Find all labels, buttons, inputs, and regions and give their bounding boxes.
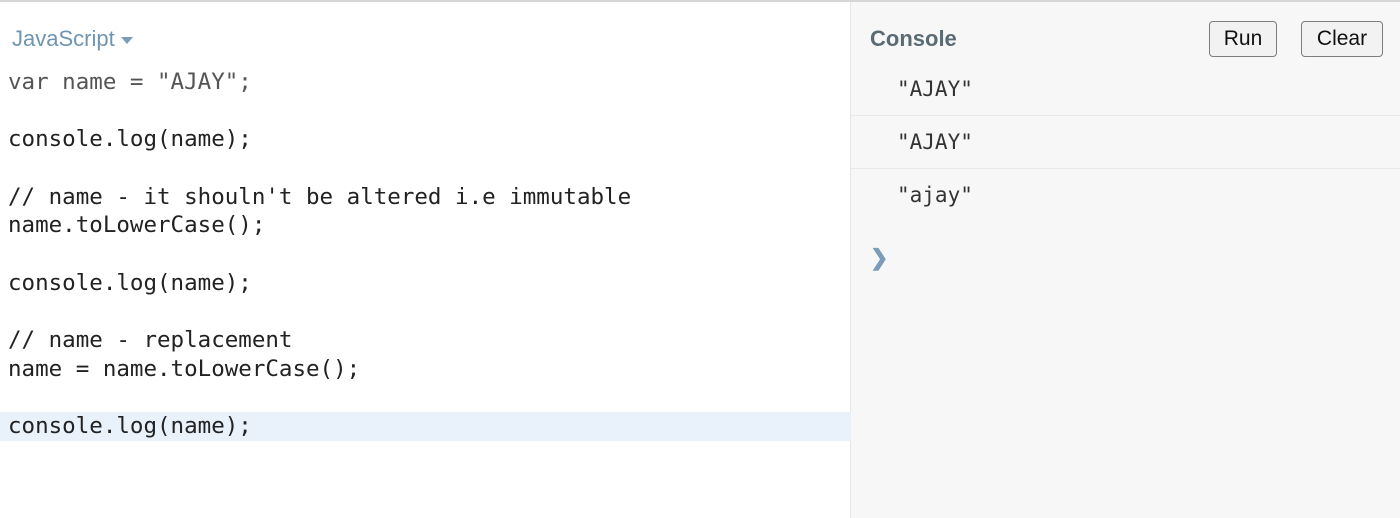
code-line-3[interactable]: console.log(name); (0, 125, 851, 154)
chevron-down-icon (120, 37, 133, 44)
code-line-13[interactable]: console.log(name); (0, 412, 851, 441)
console-panel: Console Run Clear "AJAY" "AJAY" "ajay" ❯ (851, 2, 1400, 518)
clear-button[interactable]: Clear (1301, 21, 1383, 57)
code-line-8[interactable]: console.log(name); (0, 269, 851, 298)
code-line-7[interactable] (0, 240, 851, 269)
code-line-4[interactable] (0, 154, 851, 183)
console-log-entry: "ajay" (897, 183, 973, 207)
code-line-12[interactable] (0, 384, 851, 413)
console-output: "AJAY" "AJAY" "ajay" (851, 63, 1400, 222)
console-prompt-icon[interactable]: ❯ (870, 245, 888, 271)
console-log-entry: "AJAY" (851, 116, 1400, 169)
code-line-10[interactable]: // name - replacement (0, 326, 851, 355)
run-button[interactable]: Run (1209, 21, 1277, 57)
code-line-9[interactable] (0, 298, 851, 327)
code-line-6[interactable]: name.toLowerCase(); (0, 211, 851, 240)
js-playground: JavaScript var name = "AJAY"; console.lo… (0, 0, 1400, 518)
language-selector[interactable]: JavaScript (12, 24, 133, 54)
code-line-2[interactable] (0, 97, 851, 126)
code-line-11[interactable]: name = name.toLowerCase(); (0, 355, 851, 384)
console-log-entry: "AJAY" (851, 63, 1400, 116)
console-title: Console (870, 26, 957, 51)
code-line-1[interactable]: var name = "AJAY"; (0, 68, 851, 97)
code-editor[interactable]: JavaScript var name = "AJAY"; console.lo… (0, 2, 851, 518)
code-line-5[interactable]: // name - it shouln't be altered i.e imm… (0, 183, 851, 212)
language-label: JavaScript (12, 26, 115, 51)
code-area[interactable]: var name = "AJAY"; console.log(name); //… (0, 68, 851, 441)
